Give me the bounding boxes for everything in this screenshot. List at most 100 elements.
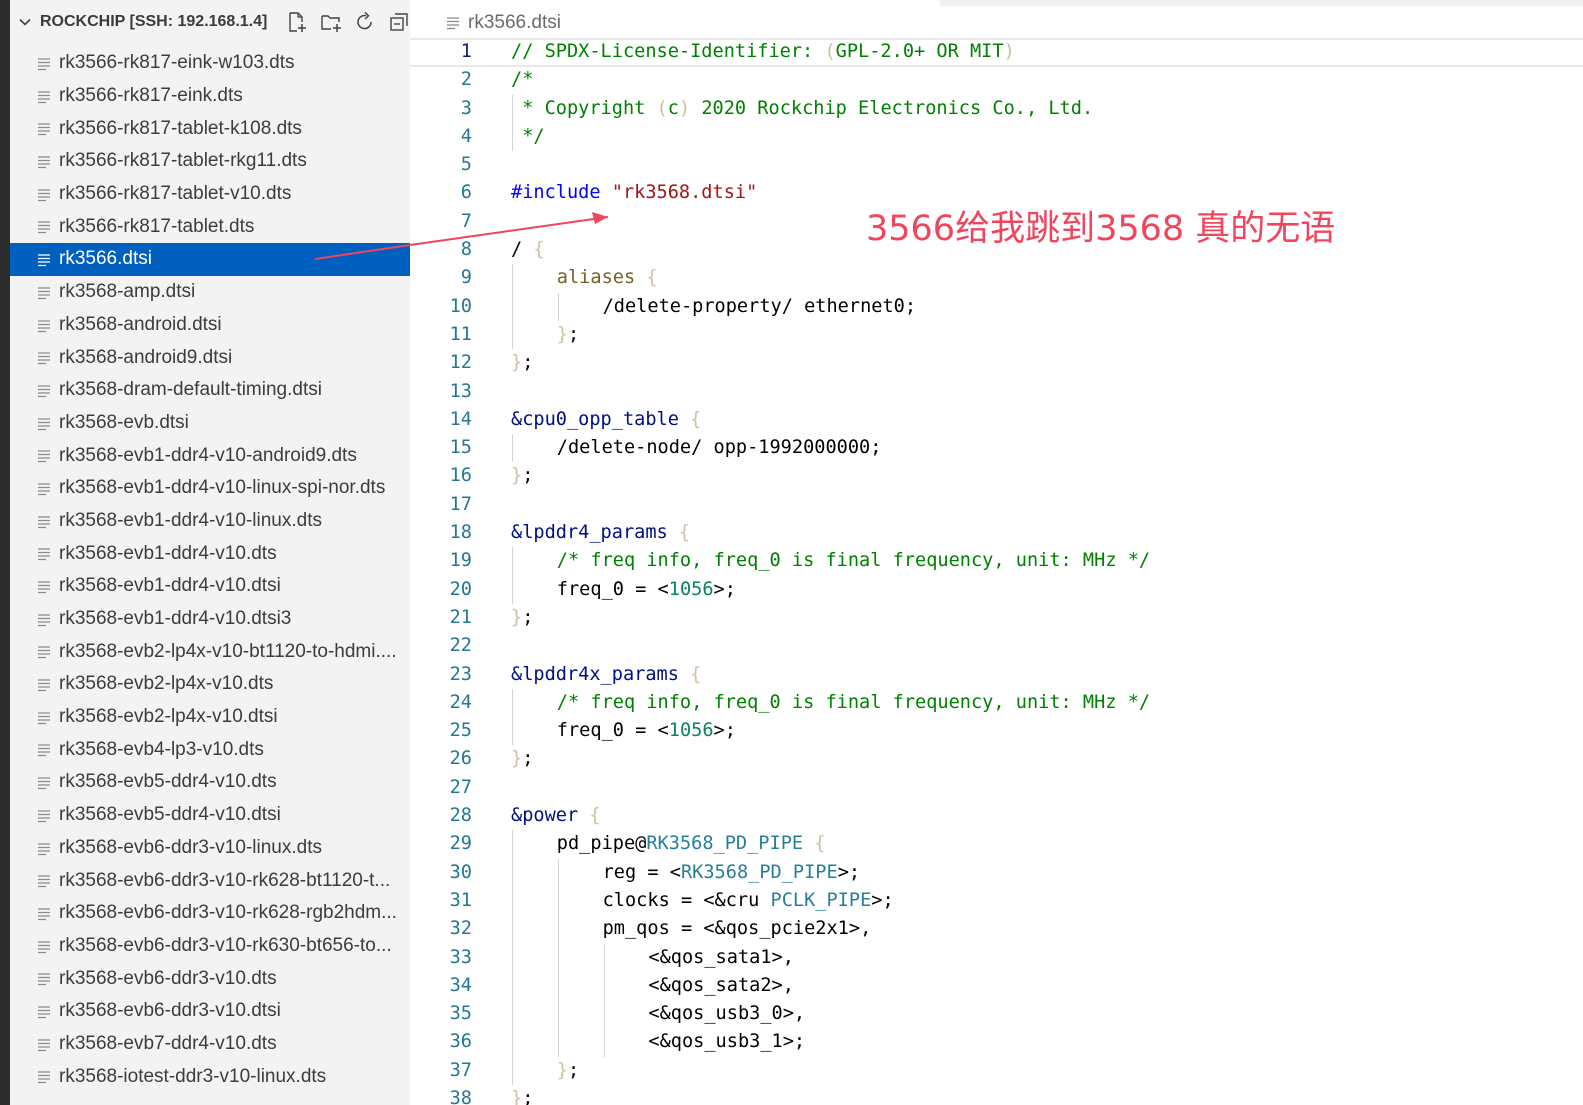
file-tree-item[interactable]: rk3568-evb2-lp4x-v10.dtsi bbox=[10, 701, 410, 734]
file-tree-item[interactable]: rk3568-evb2-lp4x-v10.dts bbox=[10, 668, 410, 701]
file-tree-item-label: rk3568-evb7-ddr4-v10.dts bbox=[59, 1032, 277, 1054]
code-line[interactable]: 21}; bbox=[410, 604, 1583, 632]
file-tree-item[interactable]: rk3568-evb6-ddr3-v10-linux.dts bbox=[10, 832, 410, 865]
code-line[interactable]: 3 * Copyright (c) 2020 Rockchip Electron… bbox=[410, 94, 1583, 123]
code-line[interactable]: 37}; bbox=[410, 1056, 1583, 1085]
line-number: 10 bbox=[449, 295, 472, 317]
code-line[interactable]: 2 /* bbox=[410, 66, 1583, 94]
file-tree-item[interactable]: rk3568-amp.dtsi bbox=[10, 276, 410, 309]
code-line[interactable]: 5 bbox=[410, 151, 1583, 179]
file-tree-item[interactable]: rk3568-evb1-ddr4-v10.dtsi bbox=[10, 570, 410, 603]
file-tree-item[interactable]: rk3568-dram-default-timing.dtsi bbox=[10, 374, 410, 407]
file-tree-item[interactable]: rk3568-iotest-ddr3-v10-linux.dts bbox=[10, 1060, 410, 1093]
line-number: 22 bbox=[449, 635, 472, 657]
file-tree-item[interactable]: rk3568-evb7-ddr4-v10.dts bbox=[10, 1028, 410, 1061]
file-tree-item[interactable]: rk3568-evb5-ddr4-v10.dtsi bbox=[10, 799, 410, 832]
code-token: >; bbox=[871, 889, 894, 911]
file-tree-item[interactable]: rk3568-evb4-lp3-v10.dts bbox=[10, 733, 410, 766]
code-line[interactable]: 26}; bbox=[410, 745, 1583, 773]
new-folder-icon[interactable] bbox=[319, 10, 343, 34]
file-tree-item[interactable]: rk3568-evb.dtsi bbox=[10, 407, 410, 440]
code-text: }; bbox=[511, 604, 533, 632]
file-tree-item-label: rk3568-evb6-ddr3-v10-rk630-bt656-to... bbox=[59, 934, 392, 956]
file-tree-item[interactable]: rk3568-android9.dtsi bbox=[10, 341, 410, 374]
code-line[interactable]: 20 freq_0 = <1056>; bbox=[410, 575, 1583, 604]
code-line[interactable]: 9 aliases { bbox=[410, 264, 1583, 293]
code-line[interactable]: 11}; bbox=[410, 320, 1583, 350]
code-line[interactable]: 31 clocks = <&cru PCLK_PIPE>; bbox=[410, 886, 1583, 916]
code-token: pm_qos = <&qos_pcie2x1>, bbox=[602, 918, 872, 940]
refresh-icon[interactable] bbox=[353, 10, 377, 34]
code-line[interactable]: 38}; bbox=[410, 1085, 1583, 1105]
line-number: 35 bbox=[449, 1003, 472, 1025]
file-tree-item[interactable]: rk3568-evb6-ddr3-v10-rk628-rgb2hdm... bbox=[10, 897, 410, 930]
file-tree-item[interactable]: rk3566-rk817-eink-w103.dts bbox=[10, 47, 410, 80]
code-line[interactable]: 15/delete-node/ opp-1992000000; bbox=[410, 434, 1583, 463]
file-lines-icon bbox=[38, 908, 50, 921]
file-tree-item[interactable]: rk3568-evb2-lp4x-v10-bt1120-to-hdmi.... bbox=[10, 635, 410, 668]
collapse-all-icon[interactable] bbox=[387, 10, 410, 34]
new-file-icon[interactable] bbox=[285, 10, 309, 34]
code-line[interactable]: 32 pm_qos = <&qos_pcie2x1>, bbox=[410, 915, 1583, 944]
file-tree-item[interactable]: rk3568-evb6-ddr3-v10.dtsi bbox=[10, 995, 410, 1028]
code-line[interactable]: 18 &lpddr4_params { bbox=[410, 519, 1583, 547]
file-tree-item[interactable]: rk3568-evb1-ddr4-v10-linux-spi-nor.dts bbox=[10, 472, 410, 505]
file-tree-item-label: rk3568-dram-default-timing.dtsi bbox=[59, 379, 322, 401]
explorer-actions bbox=[275, 10, 410, 34]
code-line[interactable]: 17 bbox=[410, 491, 1583, 519]
code-line[interactable]: 36 <&qos_usb3_1>; bbox=[410, 1028, 1583, 1057]
file-tree-item[interactable]: rk3568-evb5-ddr4-v10.dts bbox=[10, 766, 410, 799]
code-lines[interactable]: 1// SPDX-License-Identifier: (GPL-2.0+ O… bbox=[410, 38, 1583, 1105]
code-line[interactable]: 30 reg = <RK3568_PD_PIPE>; bbox=[410, 858, 1583, 887]
file-lines-icon bbox=[38, 385, 50, 398]
breadcrumb[interactable]: rk3566.dtsi bbox=[446, 10, 561, 36]
file-tree-item[interactable]: rk3566-rk817-eink.dts bbox=[10, 80, 410, 113]
code-line[interactable]: 12}; bbox=[410, 349, 1583, 377]
indent-guide bbox=[603, 1000, 605, 1029]
code-line[interactable]: 10/delete-property/ ethernet0; bbox=[410, 292, 1583, 321]
code-line[interactable]: 24 /* freq info, freq_0 is final frequenc… bbox=[410, 688, 1583, 718]
code-line[interactable]: 28 &power { bbox=[410, 802, 1583, 830]
code-token: &power bbox=[511, 805, 590, 827]
file-tree-item[interactable]: rk3568-evb6-ddr3-v10-rk628-bt1120-t... bbox=[10, 864, 410, 897]
file-tree-item[interactable]: rk3566-rk817-tablet-rkg11.dts bbox=[10, 145, 410, 178]
code-line[interactable]: 29 pd_pipe@RK3568_PD_PIPE { bbox=[410, 830, 1583, 859]
code-line[interactable]: 14 &cpu0_opp_table { bbox=[410, 406, 1583, 434]
code-line[interactable]: 13 bbox=[410, 378, 1583, 406]
file-tree-item[interactable]: rk3566-rk817-tablet-v10.dts bbox=[10, 178, 410, 211]
code-line[interactable]: 22 bbox=[410, 632, 1583, 660]
chevron-down-icon[interactable] bbox=[18, 15, 32, 29]
code-token: } bbox=[511, 748, 523, 770]
file-tree-item[interactable]: rk3566-rk817-tablet.dts bbox=[10, 210, 410, 243]
code-line[interactable]: 4 */ bbox=[410, 122, 1583, 152]
indent-guide bbox=[603, 1028, 605, 1057]
code-line[interactable]: 25 freq_0 = <1056>; bbox=[410, 717, 1583, 746]
code-line[interactable]: 23 &lpddr4x_params { bbox=[410, 661, 1583, 689]
file-tree-item[interactable]: rk3568-evb1-ddr4-v10.dtsi3 bbox=[10, 603, 410, 636]
explorer-root-header[interactable]: ROCKCHIP [SSH: 192.168.1.4] bbox=[10, 0, 410, 44]
file-lines-icon bbox=[38, 712, 50, 724]
code-line[interactable]: 19 /* freq info, freq_0 is final frequenc… bbox=[410, 547, 1583, 576]
code-line[interactable]: 34 <&qos_sata2>, bbox=[410, 971, 1583, 1001]
file-tree-item[interactable]: rk3566-rk817-tablet-k108.dts bbox=[10, 112, 410, 145]
code-line[interactable]: 33 <&qos_sata1>, bbox=[410, 943, 1583, 972]
file-tree-item[interactable]: rk3568-evb1-ddr4-v10.dts bbox=[10, 537, 410, 570]
breadcrumb-file[interactable]: rk3566.dtsi bbox=[468, 12, 561, 34]
code-line[interactable]: 1 // SPDX-License-Identifier: (GPL-2.0+ O… bbox=[410, 38, 1583, 66]
file-tree-item[interactable]: rk3568-evb6-ddr3-v10.dts bbox=[10, 962, 410, 995]
file-tree-item[interactable]: rk3568-evb6-ddr3-v10-rk630-bt656-to... bbox=[10, 930, 410, 963]
file-tree-item[interactable]: rk3568-evb1-ddr4-v10-linux.dts bbox=[10, 505, 410, 538]
code-text: reg = <RK3568_PD_PIPE>; bbox=[603, 859, 861, 887]
code-line[interactable]: 16}; bbox=[410, 462, 1583, 490]
file-lines-icon bbox=[38, 254, 50, 267]
code-line[interactable]: 35 <&qos_usb3_0>, bbox=[410, 1000, 1583, 1029]
file-tree-item[interactable]: rk3568-android.dtsi bbox=[10, 309, 410, 342]
line-number: 38 bbox=[449, 1087, 472, 1105]
file-tree-item[interactable]: rk3568-evb1-ddr4-v10-android9.dts bbox=[10, 439, 410, 472]
code-line[interactable]: 27 bbox=[410, 774, 1583, 802]
code-token: { bbox=[533, 239, 545, 261]
code-token: { bbox=[814, 833, 826, 855]
file-tree-item[interactable]: rk3566.dtsi bbox=[10, 243, 410, 276]
code-editor[interactable]: rk3566.dtsi 1 // SPDX-License-Identifier:… bbox=[410, 0, 1583, 1105]
code-token: /delete-node/ opp-1992000000; bbox=[556, 437, 882, 459]
